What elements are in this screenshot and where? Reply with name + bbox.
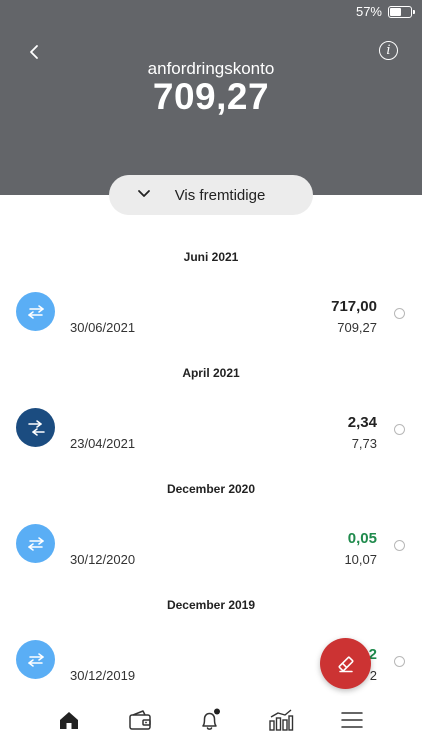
select-radio[interactable] [394,308,405,319]
home-icon [60,712,78,729]
month-header: December 2020 [166,482,256,496]
tab-analytics[interactable] [246,696,316,744]
account-balance: 709,27 [152,76,270,117]
transfer-icon [16,292,55,331]
transaction-amount: 2,34 [347,414,377,431]
month-section: December 2020 30/12/2020 0,05 10,07 [0,472,422,588]
month-section: April 2021 23/04/2021 2,34 7,73 [0,356,422,472]
bar-chart-icon [269,709,294,731]
transaction-amount: 0,05 [347,530,377,547]
transaction-row[interactable]: 30/06/2021 717,00 709,27 [0,292,422,342]
bell-icon [202,708,220,730]
status-bar: 57% [355,4,415,19]
transfer-icon [16,640,55,679]
transaction-list: Juni 2021 30/06/2021 717,00 709,27 April… [0,240,422,704]
info-button[interactable]: i [379,41,398,60]
tab-wallet[interactable] [105,696,175,744]
month-header: April 2021 [182,366,240,380]
transaction-row[interactable]: 30/12/2020 0,05 10,07 [0,524,422,574]
tab-menu[interactable] [317,696,387,744]
transaction-row[interactable]: 23/04/2021 2,34 7,73 [0,408,422,458]
tab-notifications[interactable] [175,696,245,744]
transaction-balance: 10,07 [344,552,377,567]
info-icon: i [386,43,391,58]
battery-icon [388,5,415,18]
select-radio[interactable] [394,424,405,435]
transaction-balance: 2 [369,668,377,683]
transaction-date: 30/12/2019 [70,668,136,683]
month-header: Juni 2021 [183,250,239,264]
month-section: Juni 2021 30/06/2021 717,00 709,27 [0,240,422,356]
notification-badge [214,708,220,715]
chevron-left-icon [30,45,38,59]
transaction-amount: 717,00 [331,298,377,315]
select-radio[interactable] [394,656,405,667]
bottom-tab-bar [0,696,422,750]
menu-icon [341,712,363,728]
transaction-date: 23/04/2021 [70,436,136,451]
transaction-balance: 709,27 [337,320,377,335]
select-radio[interactable] [394,540,405,551]
transaction-balance: 7,73 [351,436,377,451]
tab-home[interactable] [34,696,104,744]
wallet-icon [129,710,151,730]
eraser-fab-button[interactable] [320,638,371,689]
transfer-icon [16,524,55,563]
transaction-date: 30/12/2020 [70,552,136,567]
transaction-date: 30/06/2021 [70,320,136,335]
battery-percent: 57% [355,4,382,19]
show-future-button[interactable]: Vis fremtidige [109,175,313,215]
transfer-in-icon [16,408,55,447]
month-header: December 2019 [166,598,256,612]
eraser-icon [338,656,353,672]
show-future-label: Vis fremtidige [174,186,266,204]
account-header: 57% i anfordringskonto 709,27 [0,0,422,195]
